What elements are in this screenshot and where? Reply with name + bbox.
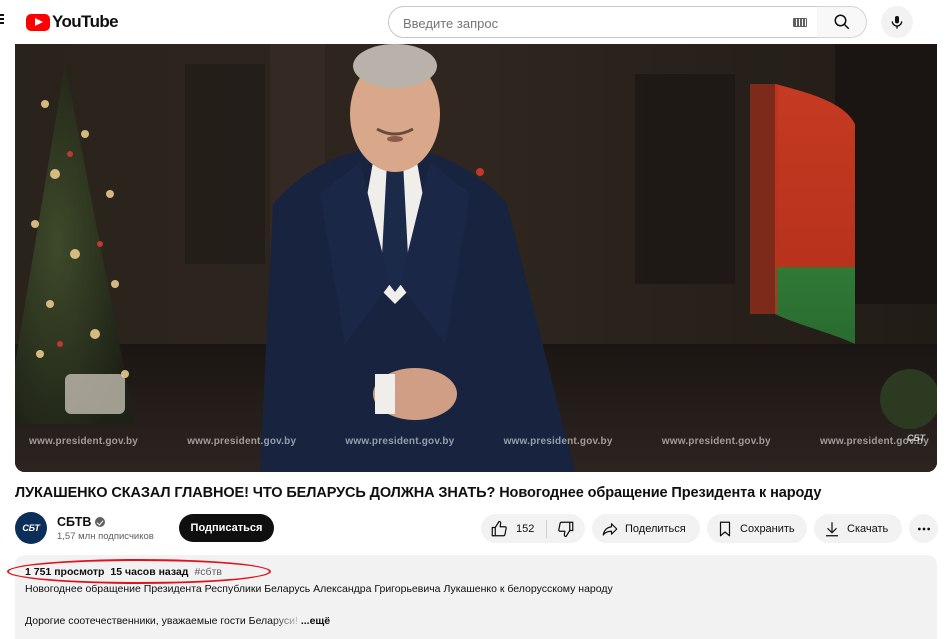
- channel-watermark: СБТ: [906, 433, 925, 443]
- like-dislike-group: 152: [481, 514, 585, 543]
- channel-name-link[interactable]: СБТВ: [57, 515, 106, 529]
- video-frame: [15, 44, 937, 472]
- thumbs-down-icon: [558, 521, 574, 537]
- share-icon: [602, 522, 618, 536]
- verified-icon: [95, 517, 106, 527]
- subscriber-count: 1,57 млн подписчиков: [57, 531, 154, 542]
- description-text: Новогоднее обращение Президента Республи…: [25, 583, 613, 595]
- more-horiz-icon: [917, 527, 930, 530]
- youtube-logo[interactable]: YouTube: [26, 12, 119, 32]
- save-button[interactable]: Сохранить: [707, 514, 807, 543]
- watermark-row: www.president.gov.by www.president.gov.b…: [29, 436, 929, 447]
- bookmark-icon: [719, 521, 731, 536]
- download-label: Скачать: [847, 522, 889, 535]
- like-count: 152: [516, 522, 535, 535]
- download-button[interactable]: Скачать: [814, 514, 902, 543]
- hashtag-link[interactable]: #сбтв: [194, 566, 222, 578]
- watermark-text: www.president.gov.by: [503, 436, 613, 447]
- description-box[interactable]: 1 751 просмотр 15 часов назад #сбтв Ново…: [15, 555, 937, 639]
- menu-icon[interactable]: [0, 12, 6, 30]
- logo-text: YouTube: [52, 12, 119, 31]
- show-more-link[interactable]: ...ещё: [301, 615, 330, 627]
- avatar-text: СБТ: [22, 523, 40, 533]
- save-label: Сохранить: [740, 522, 795, 535]
- publish-date: 15 часов назад: [110, 566, 189, 578]
- channel-name: СБТВ: [57, 515, 92, 529]
- search-input[interactable]: [403, 13, 783, 33]
- voice-search-button[interactable]: [881, 6, 913, 38]
- more-actions-button[interactable]: [909, 514, 938, 543]
- share-button[interactable]: Поделиться: [592, 514, 700, 543]
- description-text-2: Дорогие соотечественники, уважаемые гост…: [25, 615, 330, 627]
- dislike-button[interactable]: [547, 514, 585, 543]
- video-title: ЛУКАШЕНКО СКАЗАЛ ГЛАВНОЕ! ЧТО БЕЛАРУСЬ Д…: [15, 485, 822, 501]
- search-button[interactable]: [817, 6, 867, 38]
- view-count: 1 751 просмотр: [25, 566, 105, 578]
- watermark-text: www.president.gov.by: [187, 436, 297, 447]
- description-meta: 1 751 просмотр 15 часов назад #сбтв: [25, 566, 222, 578]
- search-icon: [834, 14, 849, 30]
- youtube-play-icon: [26, 13, 50, 31]
- watermark-text: www.president.gov.by: [345, 436, 455, 447]
- watermark-text: www.president.gov.by: [29, 436, 139, 447]
- watermark-text: www.president.gov.by: [661, 436, 771, 447]
- subscribe-button[interactable]: Подписаться: [179, 514, 274, 542]
- description-snippet: Дорогие соотечественники, уважаемые гост…: [25, 615, 298, 627]
- video-player[interactable]: www.president.gov.by www.president.gov.b…: [15, 44, 937, 472]
- like-button[interactable]: 152: [481, 514, 546, 543]
- thumbs-up-icon: [491, 520, 507, 536]
- keyboard-icon[interactable]: [793, 18, 807, 27]
- mic-icon: [891, 16, 903, 29]
- masthead: YouTube: [0, 0, 948, 44]
- share-label: Поделиться: [625, 522, 686, 535]
- download-icon: [826, 521, 838, 536]
- search-box: [388, 6, 818, 38]
- channel-avatar[interactable]: СБТ: [15, 512, 47, 544]
